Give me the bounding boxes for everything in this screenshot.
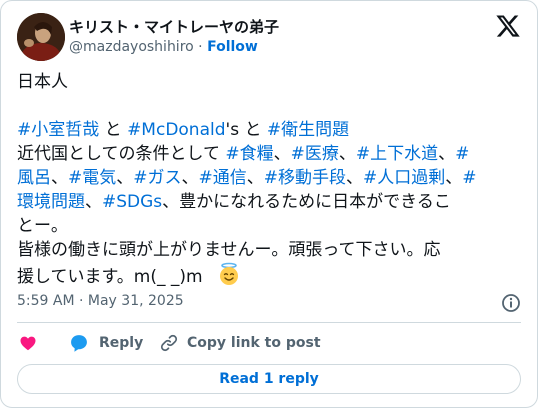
hashtag-link[interactable]: #衛生問題 [267,120,349,140]
divider [17,322,521,323]
hashtag-link[interactable]: #電気 [68,168,116,188]
like-button[interactable] [19,334,37,352]
tweet-line: 風呂、#電気、#ガス、#通信、#移動手段、#人口過剰、# [17,166,527,190]
tweet-text-segment: 日本人 [17,72,68,92]
copy-link-label: Copy link to post [187,335,321,351]
read-replies-button[interactable]: Read 1 reply [17,364,521,394]
tweet-text-segment: 、 [445,168,463,188]
hashtag-link[interactable]: #SDGs [102,192,162,212]
copy-link-button[interactable]: Copy link to post [159,333,321,353]
tweet-text-segment: 、 [273,144,291,164]
tweet-line: 援しています。m(_ _)m [17,262,527,293]
tweet-text-segment: と [99,120,128,140]
x-logo-icon[interactable] [495,13,521,39]
hashtag-link[interactable]: #通信 [199,168,247,188]
tweet-text-segment: 近代国としての条件として [17,144,226,164]
author-avatar[interactable] [17,13,65,61]
hashtag-link[interactable]: # [455,144,469,164]
author-names: キリスト・マイトレーヤの弟子 @mazdayoshihiro · Follow [69,17,279,57]
tweet-line: 皆様の働きに頭が上がりませんー。頑張って下さい。応 [17,238,527,262]
tweet-line: とー。 [17,214,527,238]
tweet-line: #小室哲哉 と #McDonald's と #衛生問題 [17,118,527,142]
reply-button[interactable]: Reply [69,333,143,353]
smiling-face-with-halo-icon [217,262,241,293]
tweet-text-segment: 、 [246,168,264,188]
hashtag-link[interactable]: #移動手段 [264,168,346,188]
hashtag-link[interactable]: 環境問題 [17,192,85,212]
tweet-text-segment: とー。 [17,216,68,236]
tweet-text-segment: 、 [338,144,356,164]
tweet-text-segment: 援しています。m(_ _)m [17,267,203,287]
tweet-text-segment: 、 [116,168,134,188]
tweet-text: 日本人 #小室哲哉 と #McDonald's と #衛生問題 近代国としての条件… [17,70,527,293]
hashtag-link[interactable]: #上下水道 [356,144,438,164]
tweet-text-segment: 、 [181,168,199,188]
hashtag-link[interactable]: # [462,168,476,188]
handle-separator: · [198,39,203,55]
tweet-text-segment: 、 [346,168,363,188]
tweet-text-segment: 、豊かになれるために日本ができるこ [162,192,451,212]
hashtag-link[interactable]: #ガス [133,168,181,188]
tweet-text-segment: 、 [51,168,68,188]
author-display-name[interactable]: キリスト・マイトレーヤの弟子 [69,17,279,37]
hashtag-link[interactable]: #小室哲哉 [17,120,99,140]
tweet-card: キリスト・マイトレーヤの弟子 @mazdayoshihiro · Follow … [0,0,538,408]
tweet-text-segment: 皆様の働きに頭が上がりませんー。頑張って下さい。応 [17,240,441,260]
hashtag-link[interactable]: #食糧 [225,144,273,164]
hashtag-link[interactable]: #人口過剰 [363,168,445,188]
tweet-text-segment: 、 [438,144,456,164]
author-handle-row: @mazdayoshihiro · Follow [69,37,279,57]
reply-bubble-icon [71,335,87,352]
info-icon[interactable] [501,293,521,313]
hashtag-link[interactable]: 風呂 [17,168,51,188]
tweet-timestamp[interactable]: 5:59 AM · May 31, 2025 [17,293,184,309]
heart-icon [20,336,36,351]
tweet-line: 日本人 [17,70,527,94]
tweet-line [17,94,527,118]
tweet-line: 環境問題、#SDGs、豊かになれるために日本ができるこ [17,190,527,214]
reply-label: Reply [99,335,144,351]
hashtag-link[interactable]: #医療 [291,144,339,164]
tweet-header: キリスト・マイトレーヤの弟子 @mazdayoshihiro · Follow [17,13,521,61]
link-icon [160,334,178,352]
tweet-line: 近代国としての条件として #食糧、#医療、#上下水道、# [17,142,527,166]
follow-button[interactable]: Follow [207,39,258,55]
tweet-text-segment: 、 [85,192,102,212]
tweet-text-segment: 's と [225,120,267,140]
author-handle[interactable]: @mazdayoshihiro [69,39,194,55]
hashtag-link[interactable]: #McDonald [127,120,225,140]
